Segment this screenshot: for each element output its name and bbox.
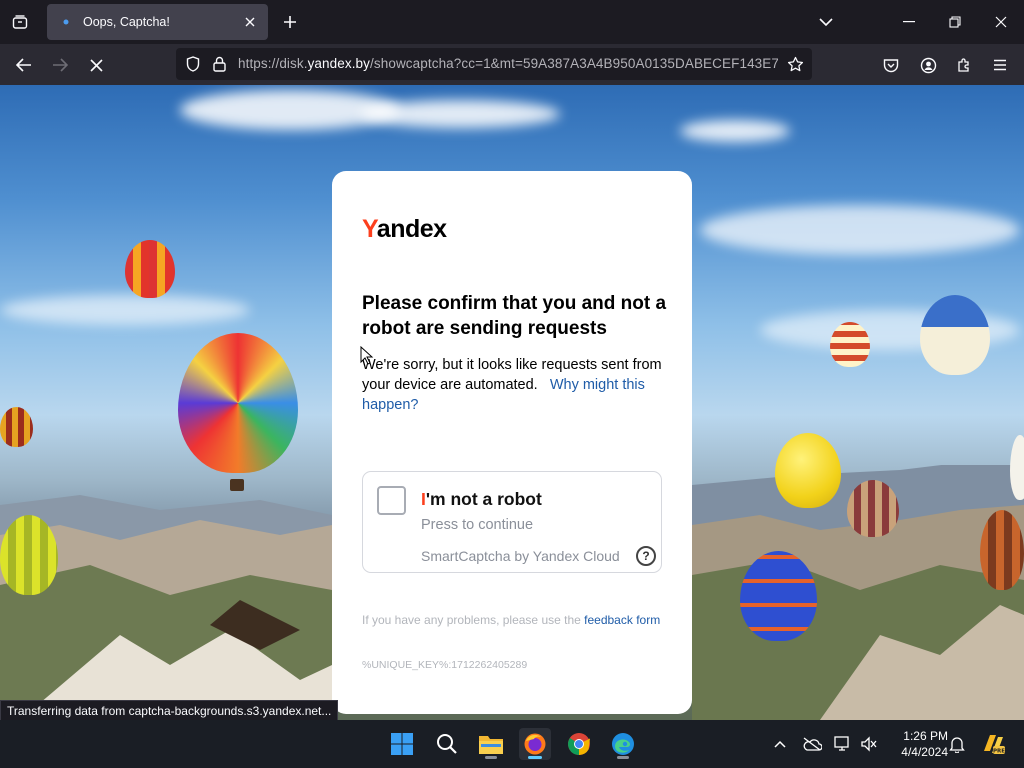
restore-button[interactable] [932,0,978,44]
background-cloud [0,295,250,325]
not-a-robot-label[interactable]: I'm not a robot [421,489,542,510]
page-title: Please confirm that you and not a robot … [362,293,667,339]
balloon-basket [230,479,244,491]
hot-air-balloon [920,295,990,375]
tab-title: Oops, Captcha! [83,15,170,29]
hot-air-balloon [740,551,817,641]
captcha-card: Yandex Please confirm that you and not a… [332,171,692,714]
feedback-text: If you have any problems, please use the… [362,613,661,627]
hot-air-balloon [830,322,870,367]
stop-loading-icon[interactable] [81,50,111,80]
captcha-description: We're sorry, but it looks like requests … [362,357,662,413]
chrome-icon[interactable] [563,728,595,760]
show-hidden-icons-chevron-up-icon[interactable] [770,734,790,754]
account-icon[interactable] [913,50,943,80]
address-bar[interactable]: https://disk.yandex.by/showcaptcha?cc=1&… [176,48,812,80]
back-arrow-icon[interactable] [9,50,39,80]
extensions-icon[interactable] [949,50,979,80]
smartcaptcha-brand: SmartCaptcha by Yandex Cloud [421,548,620,564]
help-question-icon[interactable]: ? [636,546,656,566]
hot-air-balloon [980,510,1024,590]
url-text[interactable]: https://disk.yandex.by/showcaptcha?cc=1&… [238,56,778,71]
press-to-continue-text: Press to continue [421,517,534,533]
menu-hamburger-icon[interactable] [985,50,1015,80]
chevron-down-icon[interactable] [812,8,840,36]
tab-active[interactable]: Oops, Captcha! [47,4,268,40]
minimize-button[interactable] [886,0,932,44]
tracking-shield-icon[interactable] [184,55,202,73]
background-cloud [680,120,790,142]
tab-list-icon[interactable] [6,8,34,36]
windows-start-icon[interactable] [386,728,418,760]
hot-air-balloon [1010,435,1024,500]
edge-icon[interactable] [607,728,639,760]
mouse-cursor-icon [360,346,374,365]
clock-time: 1:26 PM [903,729,948,743]
page-viewport: Yandex Please confirm that you and not a… [0,85,1024,720]
firefox-taskbar-icon[interactable] [519,728,551,760]
copilot-pre-icon[interactable]: PRE [980,731,1006,757]
notification-bell-icon[interactable] [947,734,967,754]
hot-air-balloon [0,407,33,447]
hot-air-balloon [125,240,175,298]
file-explorer-icon[interactable] [475,728,507,760]
unique-key: %UNIQUE_KEY%:1712262405289 [362,659,528,671]
pocket-icon[interactable] [876,50,906,80]
speaker-muted-icon[interactable] [859,734,879,754]
yandex-logo: Yandex [362,215,447,243]
forward-arrow-icon[interactable] [45,50,75,80]
hot-air-balloon [847,480,899,537]
status-bar: Transferring data from captcha-backgroun… [0,700,339,722]
lock-icon[interactable] [210,55,228,73]
windows-taskbar: 1:26 PM 4/4/2024 PRE [0,720,1024,768]
navigation-toolbar: https://disk.yandex.by/showcaptcha?cc=1&… [0,44,1024,85]
network-icon[interactable] [833,734,853,754]
smartcaptcha-widget[interactable]: I'm not a robot Press to continue SmartC… [362,471,662,573]
tab-strip: Oops, Captcha! [0,0,1024,44]
close-tab-icon[interactable] [240,12,260,32]
hot-air-balloon [0,515,58,595]
background-cloud [700,205,1020,255]
new-tab-icon[interactable] [276,8,304,36]
svg-text:PRE: PRE [993,749,1005,755]
feedback-form-link[interactable]: feedback form [584,613,660,627]
bookmark-star-icon[interactable] [786,55,804,73]
hot-air-balloon [775,433,841,508]
hot-air-balloon [178,333,298,473]
background-cloud [360,100,560,128]
onedrive-icon[interactable] [802,734,822,754]
loading-favicon-icon [59,15,73,29]
clock-date: 4/4/2024 [901,745,948,759]
close-window-button[interactable] [978,0,1024,44]
system-clock[interactable]: 1:26 PM 4/4/2024 [886,728,948,760]
search-icon[interactable] [431,728,463,760]
not-a-robot-checkbox[interactable] [377,486,406,515]
